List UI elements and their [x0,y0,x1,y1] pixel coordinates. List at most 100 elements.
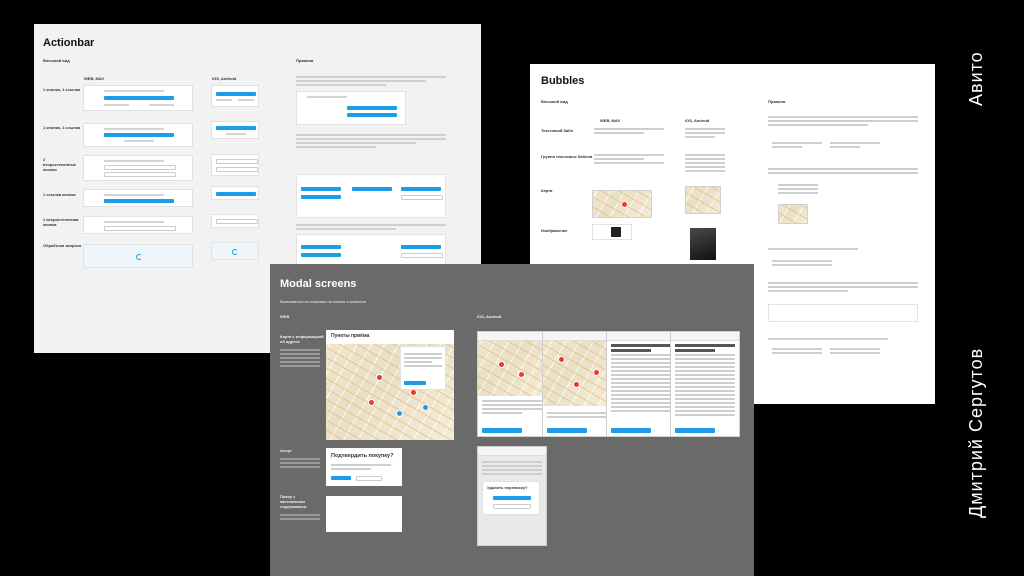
actionbar-ios-card [211,186,259,200]
bubbles-row-label: Группа текстовых баблов [541,154,593,159]
secondary-button[interactable] [216,219,258,224]
primary-button[interactable] [216,126,256,130]
primary-button[interactable] [301,245,341,249]
modal-row-label: Пикер с кастомными содержимым [280,494,307,509]
secondary-button[interactable] [401,195,443,200]
primary-button[interactable] [104,133,174,137]
primary-button[interactable] [352,187,392,191]
modal-row-notes [280,514,320,522]
phone-map-screen [542,331,612,437]
spinner-icon [232,249,238,255]
actionbar-ios-card-loading [211,242,259,260]
bubbles-rule-text [768,282,918,294]
bubbles-section-label: Внешний вид [541,99,568,104]
bubble-map-ios[interactable] [685,186,721,214]
confirm-button[interactable] [331,476,351,480]
bubbles-title: Bubbles [541,75,585,87]
actionbar-row-label: 1 кнопка, 1 ссылка [43,125,81,130]
bubbles-rule-example [772,260,832,268]
phone-map-screen [477,331,547,437]
primary-button[interactable] [301,253,341,257]
primary-button[interactable] [104,96,174,100]
bubbles-rule-example [830,142,880,150]
bubble-map[interactable] [592,190,652,218]
map-card-title: Пункты приёма [331,333,370,339]
primary-button[interactable] [104,199,174,203]
modal-title: Modal screens [280,278,357,290]
primary-button[interactable] [401,245,441,249]
primary-button[interactable] [216,92,256,96]
select-point-button[interactable] [547,428,587,433]
primary-button[interactable] [347,106,397,110]
bubble-image-ios[interactable] [690,228,716,260]
actionbar-col-ios: iOS, Android [212,76,237,81]
actionbar-section-label: Внешний вид [43,58,70,63]
alert-web: Подтвердить покупку? [326,448,402,486]
cancel-button[interactable] [493,504,531,509]
alert-ios: Удалить переписку? [482,481,540,515]
cancel-button[interactable] [356,476,382,481]
actionbar-web-card-loading [83,244,193,268]
select-point-button[interactable] [482,428,522,433]
modal-col-ios: iOS, Android [477,314,502,319]
rule-example-card [296,174,446,218]
map-modal-web: Пункты приёма [326,330,454,440]
picker-web [326,496,402,532]
secondary-button[interactable] [104,226,176,231]
bubble-text-ios [685,128,725,140]
modal-row-notes [280,349,320,369]
modal-screens-board: Modal screens Вызываются по нажатию на к… [270,264,754,576]
actionbar-rule-text [296,76,446,88]
phone-point-details [606,331,676,437]
actionbar-web-card [83,189,193,207]
select-point-button[interactable] [611,428,651,433]
actionbar-web-card [83,155,193,181]
secondary-button[interactable] [104,172,176,177]
bubbles-row-label: Изображение [541,228,568,233]
actionbar-ios-card [211,214,259,228]
actionbar-row-label: 1 кнопка, 1 ссылка [43,87,81,92]
primary-button[interactable] [401,187,441,191]
bubbles-rule-text [768,116,918,128]
actionbar-title: Actionbar [43,37,95,49]
map-view[interactable] [478,341,546,396]
phone-point-details [670,331,740,437]
bubble-text [594,128,664,136]
primary-button[interactable] [301,195,341,199]
bubbles-rule-example [772,142,822,150]
secondary-button[interactable] [104,165,176,170]
delete-button[interactable] [493,496,531,500]
bubble-image-web[interactable] [592,224,632,240]
actionbar-rule-text [296,134,446,150]
primary-button[interactable] [347,113,397,117]
bubbles-rule-example [772,348,822,356]
actionbar-col-rules: Правила [296,58,314,63]
author-watermark: Дмитрий Сергутов [966,347,986,518]
actionbar-web-card [83,216,193,234]
primary-button[interactable] [216,192,256,196]
bubbles-rule-map [778,204,808,224]
address-popup [400,346,446,390]
bubbles-col-rules: Правила [768,99,786,104]
actionbar-rule-text [296,224,446,232]
bubbles-rule-text [768,338,918,342]
secondary-button[interactable] [401,253,443,258]
bubbles-rule-example [778,184,818,196]
primary-button[interactable] [301,187,341,191]
bubbles-rule-example [830,348,880,356]
secondary-button[interactable] [216,159,258,164]
select-point-button[interactable] [675,428,715,433]
actionbar-col-web: WEB, MAV [84,76,105,81]
bubbles-rule-text [768,168,918,176]
actionbar-row-label: 1 второстепенная кнопка [43,217,79,227]
bubbles-col-web: WEB, MAV [600,118,621,123]
map-view[interactable] [543,341,611,406]
select-point-button[interactable] [404,381,426,385]
bubbles-col-ios: iOS, Android [685,118,710,123]
secondary-button[interactable] [216,167,258,172]
spinner-icon [136,254,142,260]
actionbar-web-card [83,85,193,111]
actionbar-row-label: 1 ссылка кнопка [43,192,76,197]
alert-title: Подтвердить покупку? [331,453,394,459]
modal-row-notes [280,458,320,470]
